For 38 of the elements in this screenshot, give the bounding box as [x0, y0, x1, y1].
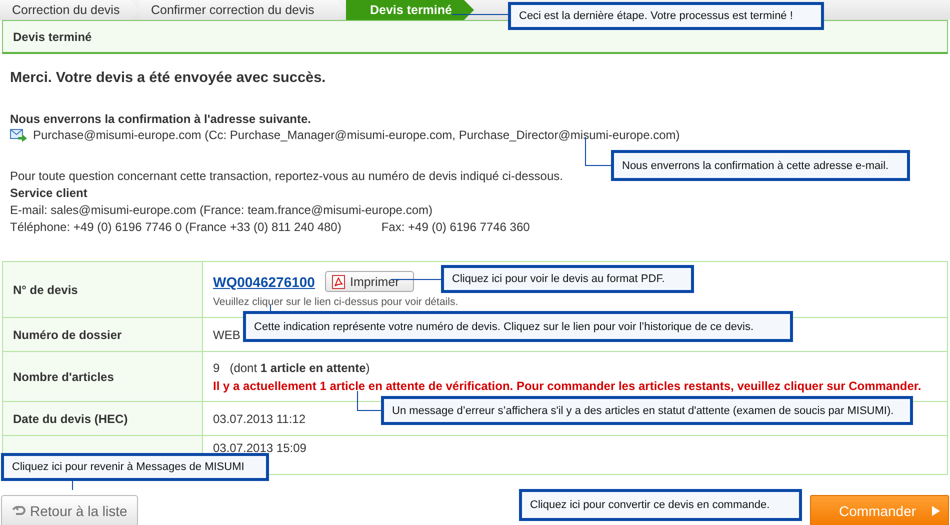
leader-line	[452, 14, 508, 15]
back-button[interactable]: Retour à la liste	[1, 495, 138, 525]
page-title: Devis terminé	[13, 30, 92, 44]
field-label: Numéro de dossier	[13, 328, 122, 342]
callout-note: Cliquez ici pour revenir à Messages de MISUMI	[1, 453, 269, 481]
contact-fax: Fax: +49 (0) 6196 7746 360	[381, 220, 530, 234]
field-value: 03.07.2013 11:12	[213, 412, 306, 426]
play-icon	[932, 506, 940, 516]
contact-intro: Pour toute question concernant cette transaction, reportez-vous au numéro de devis indiqué ci-dessous.	[10, 169, 564, 183]
return-arrow-icon	[12, 505, 26, 517]
article-count: 9 (dont 1 article en attente)	[213, 360, 371, 374]
contact-email: E-mail: sales@misumi-europe.com (France: team.france@misumi-europe.com)	[10, 203, 434, 217]
pdf-icon	[332, 274, 345, 288]
print-button[interactable]: Imprimer	[324, 271, 414, 292]
warning-message: Il y a actuellement 1 article en attente de vérification. Pour commander les articles restants, veuillez cliquer sur Commander.	[213, 378, 922, 392]
email-addresses: Purchase@misumi-europe.com (Cc: Purchase_Manager@misumi-europe.com, Purchase_Director@misumi-europe.com)	[33, 128, 680, 142]
leader-line	[270, 305, 271, 311]
confirmation-heading: Nous enverrons la confirmation à l'adresse suivante.	[10, 112, 312, 126]
callout-note: Cliquez ici pour voir le devis au format PDF.	[441, 265, 694, 293]
callout-note: Nous enverrons la confirmation à cette adresse e-mail.	[611, 150, 910, 181]
field-label: Date du devis (HEC)	[13, 412, 128, 426]
leader-line	[391, 279, 441, 280]
quote-number-link[interactable]: WQ0046276100	[213, 274, 315, 290]
contact-phone: Téléphone: +49 (0) 6196 7746 0 (France +33 (0) 811 240 480)	[10, 220, 342, 234]
field-label: N° de devis	[13, 282, 78, 296]
callout-note: Ceci est la dernière étape. Votre processus est terminé !	[508, 2, 824, 30]
callout-note: Un message d’erreur s’affichera s'il y a des articles en statut d'attente (examen de soucis par MISUMI).	[381, 396, 913, 425]
envelope-icon	[10, 128, 27, 142]
field-value: 03.07.2013 15:09	[213, 441, 306, 455]
callout-note: Cette indication représente votre numéro de devis. Cliquez sur le lien pour voir l’historique de ce devis.	[243, 311, 793, 342]
breadcrumb-step: Devis terminé	[346, 0, 474, 20]
callout-note: Cliquez ici pour convertir ce devis en commande.	[519, 489, 802, 521]
field-value: WEB	[213, 328, 240, 342]
field-label: Nombre d'articles	[13, 370, 114, 384]
success-message: Merci. Votre devis a été envoyée avec succès.	[10, 70, 327, 86]
service-heading: Service client	[10, 186, 88, 200]
hint-text: Veuillez cliquer sur le lien ci-dessus pour voir détails.	[213, 296, 458, 308]
leader-line	[72, 481, 73, 490]
